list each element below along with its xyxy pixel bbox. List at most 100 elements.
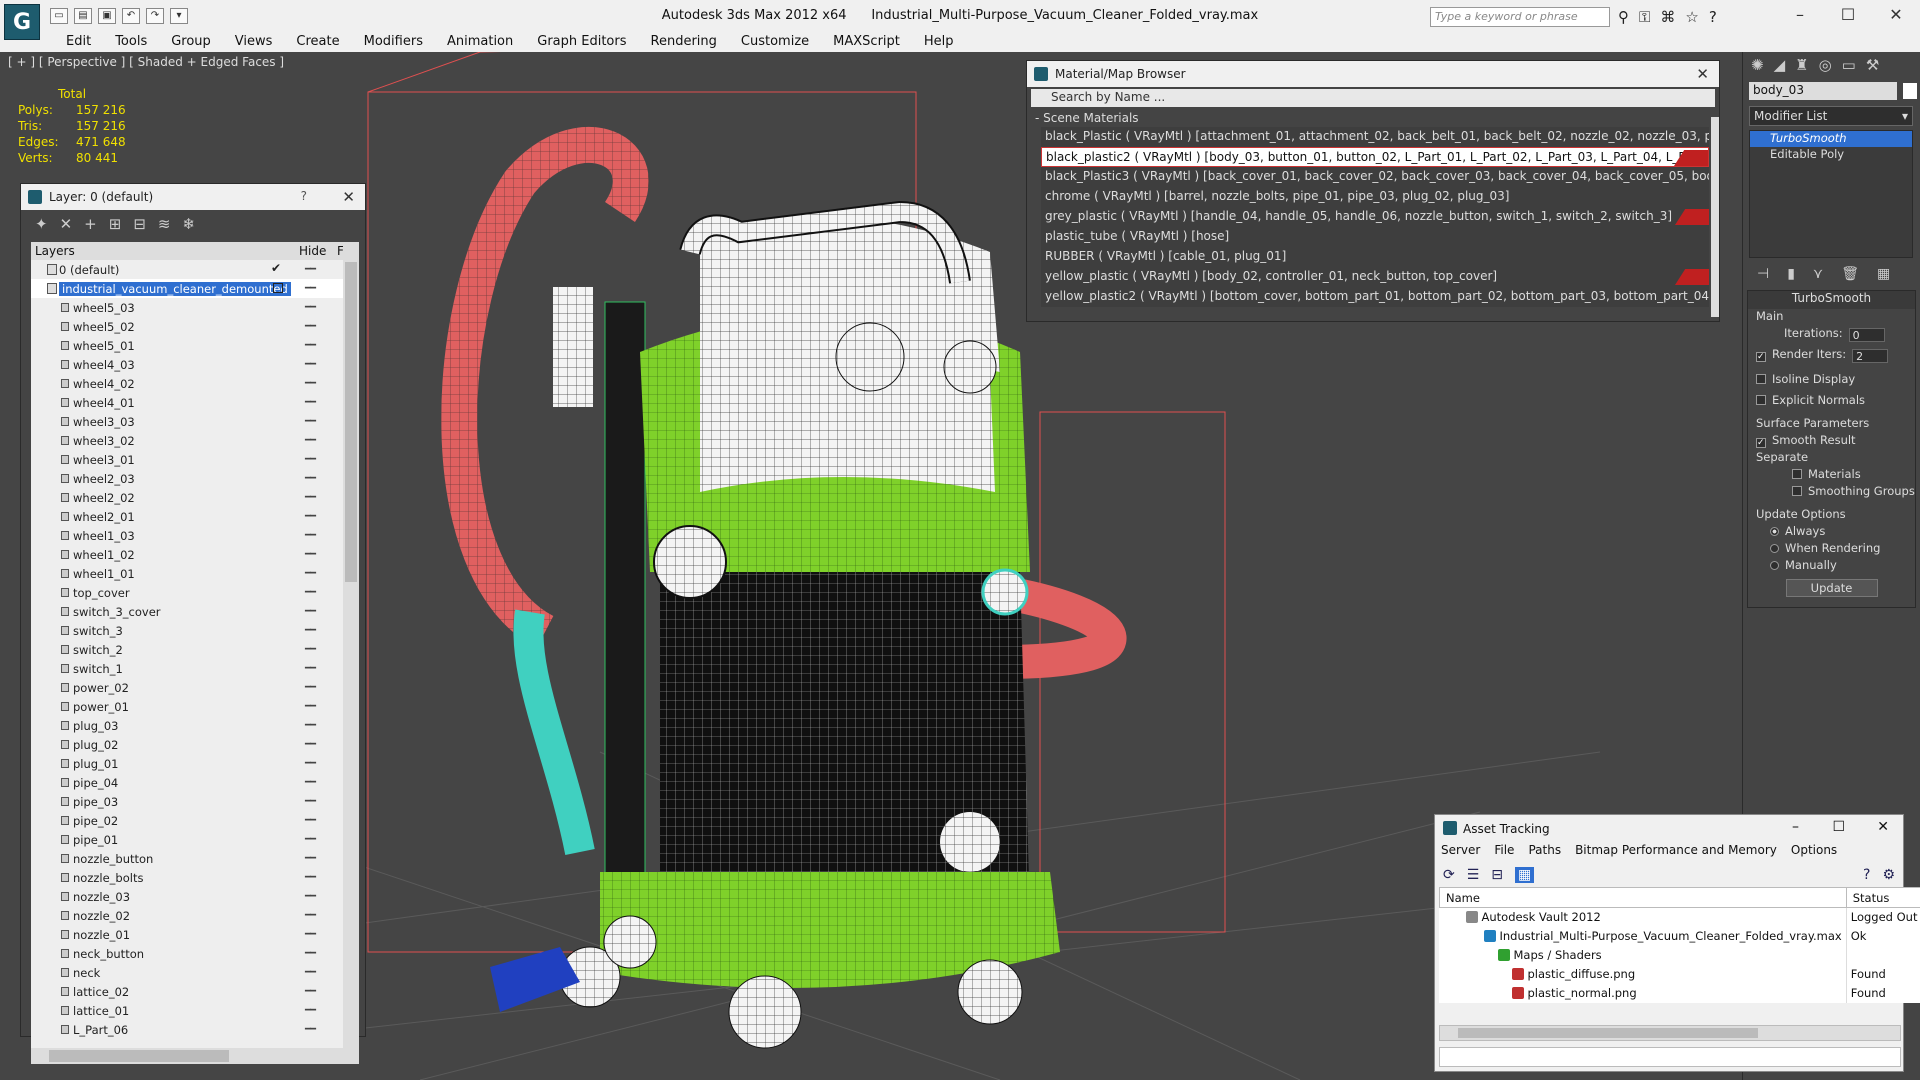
infocenter-search-input[interactable]: Type a keyword or phrase — [1430, 7, 1610, 27]
material-row[interactable]: yellow_plastic2 ( VRayMtl ) [bottom_cove… — [1041, 287, 1709, 307]
app-logo-icon[interactable]: G — [4, 4, 40, 40]
redo-icon[interactable]: ↷ — [146, 8, 164, 24]
modifier-list-dropdown[interactable]: Modifier List ▾ — [1749, 106, 1913, 126]
layer-row[interactable]: nozzle_03 ━━ — [31, 887, 343, 906]
project-icon[interactable]: ▾ — [170, 8, 188, 24]
hide-toggle[interactable]: ━━ — [305, 644, 316, 655]
new-layer-icon[interactable]: ✦ — [35, 215, 48, 233]
material-row[interactable]: plastic_tube ( VRayMtl ) [hose] — [1041, 227, 1709, 247]
asset-menu-bitmap-performance-and-memory[interactable]: Bitmap Performance and Memory — [1575, 843, 1777, 863]
render-iters-spinner[interactable]: 2 — [1852, 349, 1889, 363]
freeze-all-icon[interactable]: ❄ — [182, 215, 195, 233]
key-icon[interactable]: ⚿ — [1639, 8, 1650, 26]
layer-row[interactable]: switch_3_cover ━━ — [31, 602, 343, 621]
menu-graph-editors[interactable]: Graph Editors — [525, 32, 638, 52]
column-name[interactable]: Name — [1439, 887, 1847, 908]
minimize-button[interactable]: – — [1792, 819, 1799, 835]
asset-row[interactable]: Industrial_Multi-Purpose_Vacuum_Cleaner_… — [1439, 926, 1920, 946]
layer-row[interactable]: neck ━━ — [31, 963, 343, 982]
menu-modifiers[interactable]: Modifiers — [352, 32, 435, 52]
material-row[interactable]: black_plastic2 ( VRayMtl ) [body_03, but… — [1041, 147, 1709, 167]
menu-views[interactable]: Views — [223, 32, 285, 52]
hide-toggle[interactable]: ━━ — [305, 625, 316, 636]
active-layer-check-icon[interactable]: ✔ — [271, 261, 281, 275]
horizontal-scroll-thumb[interactable] — [49, 1050, 229, 1062]
close-icon[interactable]: ✕ — [1696, 65, 1709, 83]
current-layer-box-icon[interactable] — [273, 283, 283, 293]
material-row[interactable]: RUBBER ( VRayMtl ) [cable_01, plug_01] — [1041, 247, 1709, 267]
help-button[interactable]: ? — [301, 189, 307, 203]
layer-row[interactable]: 0 (default) ✔ ━━ — [31, 260, 343, 279]
star-icon[interactable]: ☆ — [1685, 8, 1698, 26]
help-icon[interactable]: ? — [1709, 8, 1717, 26]
column-hide[interactable]: Hide — [299, 244, 326, 258]
hide-toggle[interactable]: ━━ — [305, 815, 316, 826]
open-file-icon[interactable]: ▤ — [74, 8, 92, 24]
layer-row[interactable]: neck_button ━━ — [31, 944, 343, 963]
hide-toggle[interactable]: ━━ — [305, 948, 316, 959]
close-button[interactable]: ✕ — [1877, 819, 1889, 835]
hide-toggle[interactable]: ━━ — [305, 264, 316, 275]
always-radio[interactable] — [1770, 527, 1779, 536]
add-to-layer-icon[interactable]: + — [84, 215, 97, 233]
menu-customize[interactable]: Customize — [729, 32, 821, 52]
hierarchy-tab-icon[interactable]: ♜ — [1795, 56, 1808, 74]
asset-row[interactable]: Maps / Shaders — [1439, 945, 1920, 965]
layer-row[interactable]: wheel4_02 ━━ — [31, 374, 343, 393]
list-view-icon[interactable]: ☰ — [1467, 867, 1480, 883]
layer-row[interactable]: nozzle_bolts ━━ — [31, 868, 343, 887]
viewport-label[interactable]: [ + ] [ Perspective ] [ Shaded + Edged F… — [8, 55, 284, 69]
stack-item-editable-poly[interactable]: Editable Poly — [1750, 147, 1912, 163]
menu-maxscript[interactable]: MAXScript — [821, 32, 912, 52]
search-by-name-input[interactable]: Search by Name ... — [1031, 89, 1715, 107]
connect-icon[interactable]: ⌘ — [1660, 8, 1675, 26]
motion-tab-icon[interactable]: ◎ — [1819, 56, 1832, 74]
asset-path-field[interactable] — [1439, 1047, 1901, 1067]
hide-toggle[interactable]: ━━ — [305, 606, 316, 617]
hide-toggle[interactable]: ━━ — [305, 739, 316, 750]
horizontal-scroll-thumb[interactable] — [1458, 1028, 1758, 1038]
layer-row[interactable]: nozzle_button ━━ — [31, 849, 343, 868]
layer-row[interactable]: wheel5_03 ━━ — [31, 298, 343, 317]
show-end-result-icon[interactable]: ▮ — [1787, 266, 1795, 282]
iterations-spinner[interactable]: 0 — [1848, 328, 1885, 342]
layer-row[interactable]: nozzle_01 ━━ — [31, 925, 343, 944]
layer-row[interactable]: pipe_02 ━━ — [31, 811, 343, 830]
asset-row[interactable]: Autodesk Vault 2012 Logged Out — [1439, 907, 1920, 927]
layer-row[interactable]: pipe_03 ━━ — [31, 792, 343, 811]
hide-toggle[interactable]: ━━ — [305, 549, 316, 560]
layer-row[interactable]: power_02 ━━ — [31, 678, 343, 697]
layer-row[interactable]: plug_03 ━━ — [31, 716, 343, 735]
materials-checkbox[interactable] — [1792, 469, 1802, 479]
hide-toggle[interactable]: ━━ — [305, 454, 316, 465]
layer-row[interactable]: wheel3_03 ━━ — [31, 412, 343, 431]
hide-toggle[interactable]: ━━ — [305, 397, 316, 408]
when-rendering-radio[interactable] — [1770, 544, 1779, 553]
column-layers[interactable]: Layers — [35, 244, 75, 258]
hide-toggle[interactable]: ━━ — [305, 587, 316, 598]
minimize-button[interactable]: – — [1776, 0, 1824, 30]
create-tab-icon[interactable]: ✺ — [1751, 56, 1764, 74]
layer-row[interactable]: power_01 ━━ — [31, 697, 343, 716]
layer-row[interactable]: switch_3 ━━ — [31, 621, 343, 640]
material-row[interactable]: chrome ( VRayMtl ) [barrel, nozzle_bolts… — [1041, 187, 1709, 207]
layer-row[interactable]: lattice_01 ━━ — [31, 1001, 343, 1020]
hide-toggle[interactable]: ━━ — [305, 435, 316, 446]
hide-toggle[interactable]: ━━ — [305, 682, 316, 693]
utilities-tab-icon[interactable]: ⚒ — [1866, 56, 1879, 74]
new-file-icon[interactable]: ▭ — [50, 8, 68, 24]
layer-row[interactable]: pipe_01 ━━ — [31, 830, 343, 849]
layer-row[interactable]: wheel3_01 ━━ — [31, 450, 343, 469]
tree-view-icon[interactable]: ⊟ — [1491, 867, 1503, 883]
configure-modifier-sets-icon[interactable]: ▦ — [1877, 266, 1890, 282]
hide-toggle[interactable]: ━━ — [305, 853, 316, 864]
hide-toggle[interactable]: ━━ — [305, 929, 316, 940]
hide-toggle[interactable]: ━━ — [305, 568, 316, 579]
material-row[interactable]: grey_plastic ( VRayMtl ) [handle_04, han… — [1041, 207, 1709, 227]
menu-animation[interactable]: Animation — [435, 32, 525, 52]
display-tab-icon[interactable]: ▭ — [1842, 56, 1856, 74]
asset-menu-paths[interactable]: Paths — [1528, 843, 1561, 863]
hide-toggle[interactable]: ━━ — [305, 777, 316, 788]
table-view-icon[interactable]: ▦ — [1515, 867, 1535, 883]
hide-toggle[interactable]: ━━ — [305, 663, 316, 674]
